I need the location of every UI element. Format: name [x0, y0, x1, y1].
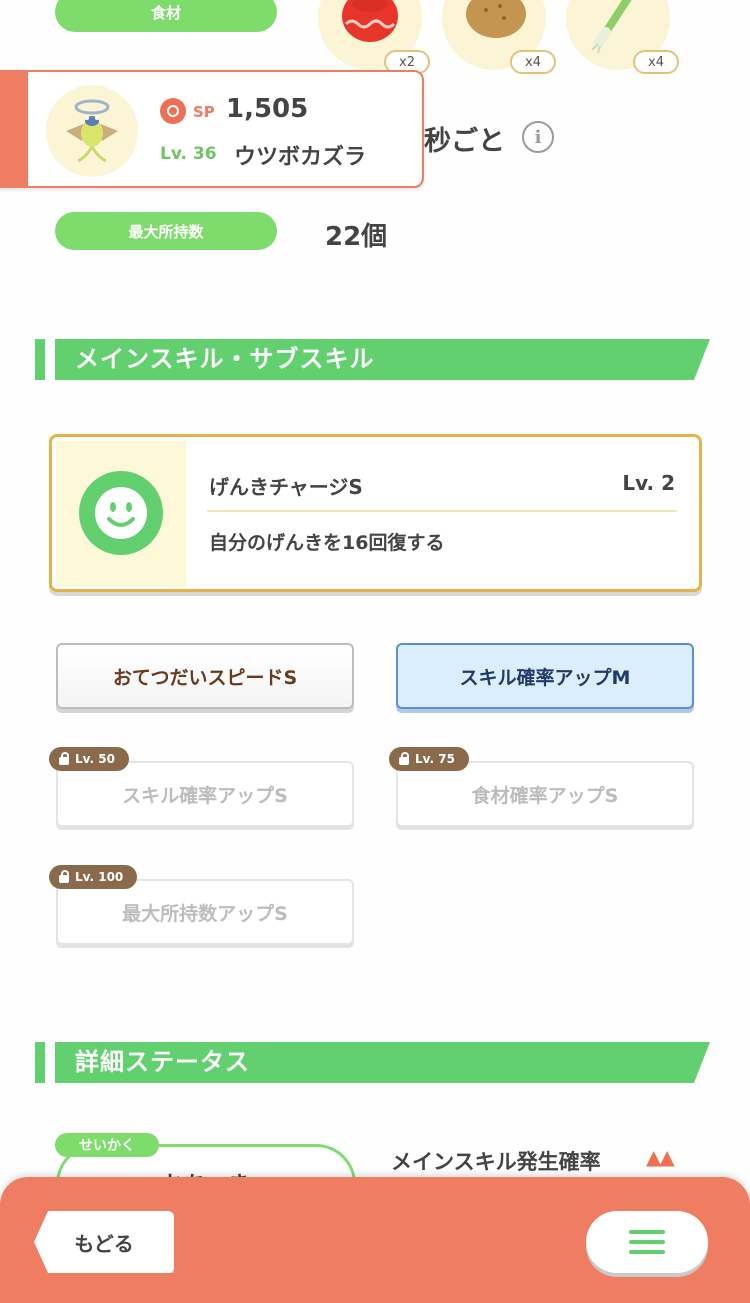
subskill-skill-trigger-m[interactable]: スキル確率アップM	[396, 643, 694, 709]
subskill-helping-speed-s[interactable]: おてつだいスピードS	[56, 643, 354, 709]
main-skill-name: げんきチャージS	[209, 475, 363, 499]
unlock-tag-lv100: Lv. 100	[49, 865, 138, 889]
stat-label: メインスキル発生確率	[391, 1150, 601, 1174]
details-section-title: 詳細ステータス	[75, 1048, 250, 1076]
leek-count: x4	[633, 50, 679, 74]
menu-button[interactable]	[586, 1211, 708, 1273]
hamburger-menu-icon	[629, 1230, 665, 1254]
pokemon-card: SP 1,505 Lv. 36 ウツボカズラ	[0, 70, 424, 188]
details-section-header: 詳細ステータス	[35, 1042, 710, 1083]
back-label: もどる	[74, 1232, 134, 1256]
skills-section-title: メインスキル・サブスキル	[75, 345, 375, 373]
sp-label: SP	[193, 103, 215, 121]
sp-icon	[160, 98, 186, 124]
skills-section-header: メインスキル・サブスキル	[35, 339, 710, 380]
pokemon-name: ウツボカズラ	[234, 145, 367, 170]
info-button[interactable]: i	[522, 121, 554, 153]
main-skill-icon-panel	[56, 441, 186, 587]
unlock-tag-lv50: Lv. 50	[49, 747, 129, 771]
pokemon-avatar	[46, 85, 138, 177]
unlock-level: Lv. 75	[415, 752, 455, 766]
back-button[interactable]: もどる	[34, 1211, 174, 1273]
lock-icon	[59, 751, 69, 765]
main-skill-divider	[207, 510, 677, 512]
stat-arrows: ▲▲	[646, 1145, 675, 1169]
main-skill-card[interactable]: げんきチャージS Lv. 2 自分のげんきを16回復する	[49, 434, 702, 592]
max-carry-value: 22個	[325, 222, 388, 252]
main-skill-level: Lv. 2	[622, 471, 675, 495]
unlock-level: Lv. 50	[75, 752, 115, 766]
sp-value: 1,505	[226, 94, 309, 124]
bottom-bar: もどる	[0, 1177, 750, 1303]
info-icon: i	[534, 126, 542, 148]
unlock-tag-lv75: Lv. 75	[389, 747, 469, 771]
nature-label: せいかく	[55, 1133, 159, 1157]
unlock-level: Lv. 100	[75, 870, 124, 884]
main-skill-description: 自分のげんきを16回復する	[209, 532, 445, 554]
frequency-text: 秒ごと	[424, 126, 505, 157]
smile-icon	[79, 471, 163, 555]
lock-icon	[399, 751, 409, 765]
max-carry-label: 最大所持数	[55, 212, 277, 250]
lock-icon	[59, 869, 69, 883]
potato-count: x4	[510, 50, 556, 74]
ingredients-label: 食材	[55, 0, 277, 32]
pokemon-level: Lv. 36	[160, 144, 217, 164]
card-accent-stripe	[0, 72, 28, 186]
